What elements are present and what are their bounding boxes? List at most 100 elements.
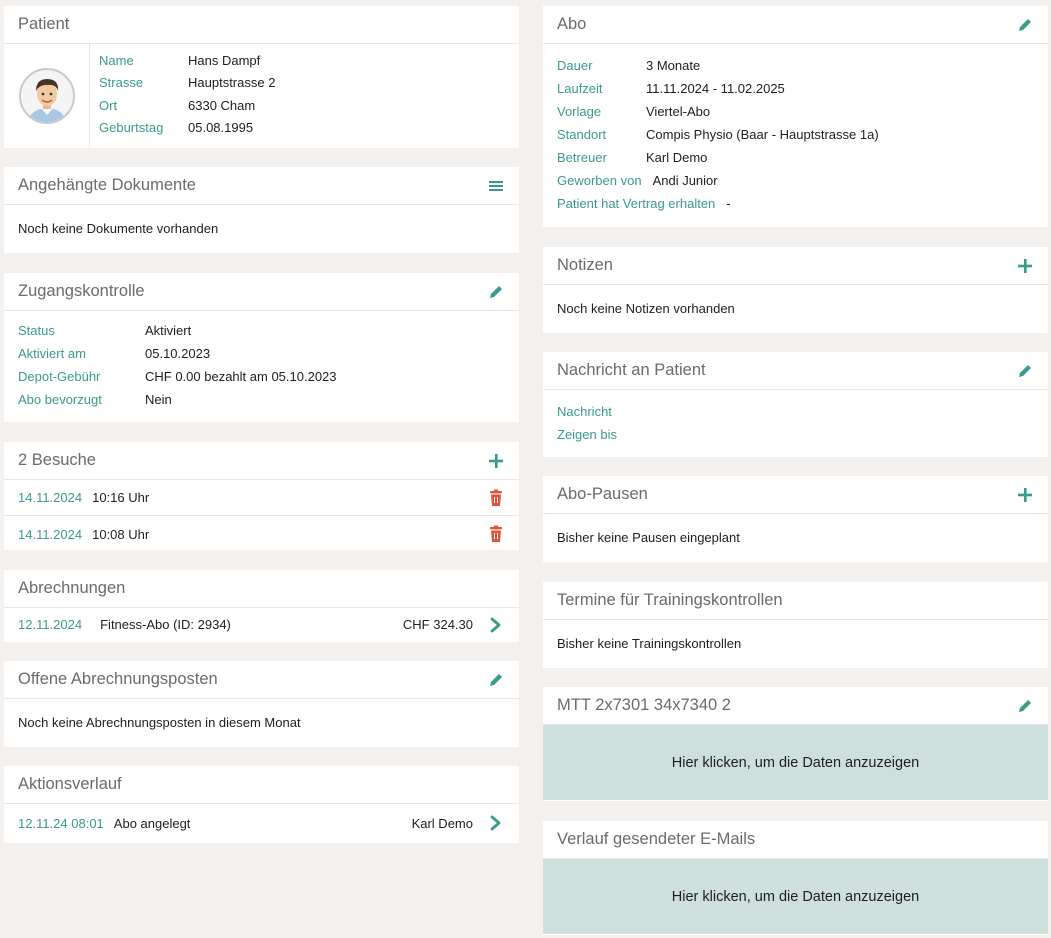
field-label: Vorlage <box>557 104 602 119</box>
billing-amount: CHF 324.30 <box>402 617 473 632</box>
billing-row[interactable]: 12.11.2024 Fitness-Abo (ID: 2934) CHF 324.… <box>4 608 519 641</box>
notes-header: Notizen <box>543 247 1048 285</box>
visits-header: 2 Besuche <box>4 442 519 480</box>
field-value: Viertel-Abo <box>646 104 711 119</box>
field-row: Depot-Gebühr CHF 0.00 bezahlt am 05.10.20… <box>18 365 505 388</box>
pauses-header: Abo-Pausen <box>543 476 1048 514</box>
mtt-header: MTT 2x7301 34x7340 2 <box>543 687 1048 725</box>
field-value: 3 Monate <box>646 58 701 73</box>
plus-icon[interactable] <box>487 452 505 470</box>
field-row: Zeigen bis <box>557 423 1034 446</box>
visits-title: 2 Besuche <box>18 451 96 469</box>
visit-date: 14.11.2024 <box>18 490 83 505</box>
pencil-icon[interactable] <box>1016 362 1034 380</box>
pencil-icon[interactable] <box>487 283 505 301</box>
trash-icon[interactable] <box>487 525 505 543</box>
field-row: Laufzeit 11.11.2024 - 11.02.2025 <box>557 77 1034 100</box>
field-row: Name Hans Dampf <box>99 49 275 72</box>
patient-card: Patient Name Hans Dampf Strasse Hauptstr… <box>4 6 519 148</box>
open-items-header: Offene Abrechnungsposten <box>4 661 519 699</box>
field-row: Vorlage Viertel-Abo <box>557 100 1034 123</box>
billing-date: 12.11.2024 <box>18 617 83 632</box>
emails-card: Verlauf gesendeter E-Mails Hier klicken,… <box>543 821 1048 935</box>
field-label: Dauer <box>557 58 593 73</box>
field-label: Betreuer <box>557 150 607 165</box>
history-list: 12.11.24 08:01 Abo angelegt Karl Demo <box>4 804 519 842</box>
access-header: Zugangskontrolle <box>4 273 519 311</box>
history-header: Aktionsverlauf <box>4 766 519 804</box>
training-title: Termine für Trainingskontrollen <box>557 591 783 609</box>
history-date: 12.11.24 08:01 <box>18 815 104 831</box>
notes-card: Notizen Noch keine Notizen vorhanden <box>543 247 1048 333</box>
billing-list: 12.11.2024 Fitness-Abo (ID: 2934) CHF 324.… <box>4 608 519 641</box>
documents-header: Angehängte Dokumente <box>4 167 519 205</box>
field-label: Standort <box>557 127 607 142</box>
field-row: Aktiviert am 05.10.2023 <box>18 342 505 365</box>
access-card: Zugangskontrolle Status Aktiviert Aktivier… <box>4 273 519 422</box>
pencil-icon[interactable] <box>1016 697 1034 715</box>
visit-time: 10:16 Uhr <box>92 490 150 505</box>
training-empty: Bisher keine Trainingskontrollen <box>557 636 742 651</box>
field-label: Name <box>99 52 134 68</box>
billing-header: Abrechnungen <box>4 570 519 608</box>
billing-card: Abrechnungen 12.11.2024 Fitness-Abo (ID: … <box>4 570 519 642</box>
pencil-icon[interactable] <box>487 671 505 689</box>
field-label: Patient hat Vertrag erhalten <box>557 196 716 211</box>
field-value: Hans Dampf <box>188 52 261 68</box>
trash-icon[interactable] <box>487 489 505 507</box>
chevron-right-icon[interactable] <box>487 616 505 634</box>
notes-empty: Noch keine Notizen vorhanden <box>557 301 735 316</box>
mtt-show-data-button[interactable]: Hier klicken, um die Daten anzuzeigen <box>543 725 1048 800</box>
field-row: Status Aktiviert <box>18 319 505 342</box>
open-items-title: Offene Abrechnungsposten <box>18 670 218 688</box>
history-action: Abo angelegt <box>113 815 191 831</box>
field-label: Status <box>18 323 55 338</box>
field-row: Geworben von Andi Junior <box>557 169 1034 192</box>
field-value: Karl Demo <box>646 150 708 165</box>
documents-empty: Noch keine Dokumente vorhanden <box>18 221 219 236</box>
message-header: Nachricht an Patient <box>543 352 1048 390</box>
field-row: Abo bevorzugt Nein <box>18 388 505 411</box>
patient-body: Name Hans Dampf Strasse Hauptstrasse 2 Ort 63… <box>4 44 519 147</box>
history-card: Aktionsverlauf 12.11.24 08:01 Abo angeleg… <box>4 766 519 843</box>
message-fields: Nachricht Zeigen bis <box>543 390 1048 446</box>
history-user: Karl Demo <box>411 815 473 831</box>
emails-title: Verlauf gesendeter E-Mails <box>557 830 756 848</box>
emails-show-data-button[interactable]: Hier klicken, um die Daten anzuzeigen <box>543 859 1048 934</box>
field-label: Geworben von <box>557 173 642 188</box>
pencil-icon[interactable] <box>1016 16 1034 34</box>
visit-date: 14.11.2024 <box>18 526 83 542</box>
field-label: Geburtstag <box>99 120 164 136</box>
mtt-card: MTT 2x7301 34x7340 2 Hier klicken, um di… <box>543 687 1048 801</box>
documents-title: Angehängte Dokumente <box>18 176 196 194</box>
field-value: Hauptstrasse 2 <box>188 75 276 91</box>
visit-row[interactable]: 14.11.2024 10:08 Uhr <box>4 516 519 552</box>
field-row: Geburtstag 05.08.1995 <box>99 117 275 140</box>
plus-icon[interactable] <box>1016 486 1034 504</box>
menu-icon[interactable] <box>487 177 505 195</box>
pauses-title: Abo-Pausen <box>557 485 648 503</box>
visit-row[interactable]: 14.11.2024 10:16 Uhr <box>4 480 519 516</box>
open-items-card: Offene Abrechnungsposten Noch keine Abre… <box>4 661 519 747</box>
plus-icon[interactable] <box>1016 257 1034 275</box>
notes-title: Notizen <box>557 256 613 274</box>
field-value: 05.10.2023 <box>145 346 211 361</box>
field-value: Nein <box>145 392 172 407</box>
chevron-right-icon[interactable] <box>487 814 505 832</box>
field-label: Abo bevorzugt <box>18 392 102 407</box>
field-value: 11.11.2024 - 11.02.2025 <box>646 81 785 96</box>
abo-card: Abo Dauer 3 Monate Laufzeit 11.11.2024 - 11… <box>543 6 1048 227</box>
training-card: Termine für Trainingskontrollen Bisher k… <box>543 582 1048 668</box>
field-row: Ort 6330 Cham <box>99 94 275 117</box>
access-title: Zugangskontrolle <box>18 282 145 300</box>
field-value: CHF 0.00 bezahlt am 05.10.2023 <box>145 369 337 384</box>
message-title: Nachricht an Patient <box>557 361 706 379</box>
visit-time: 10:08 Uhr <box>92 526 150 542</box>
billing-title: Abrechnungen <box>18 579 126 597</box>
visits-card: 2 Besuche 14.11.2024 10:16 Uhr 14.11.2024 1… <box>4 442 519 550</box>
visits-list: 14.11.2024 10:16 Uhr 14.11.2024 10:08 Uhr <box>4 480 519 552</box>
field-label: Laufzeit <box>557 81 603 96</box>
abo-title: Abo <box>557 15 587 33</box>
access-fields: Status Aktiviert Aktiviert am 05.10.2023 Dep… <box>4 311 519 411</box>
history-row[interactable]: 12.11.24 08:01 Abo angelegt Karl Demo <box>4 804 519 842</box>
